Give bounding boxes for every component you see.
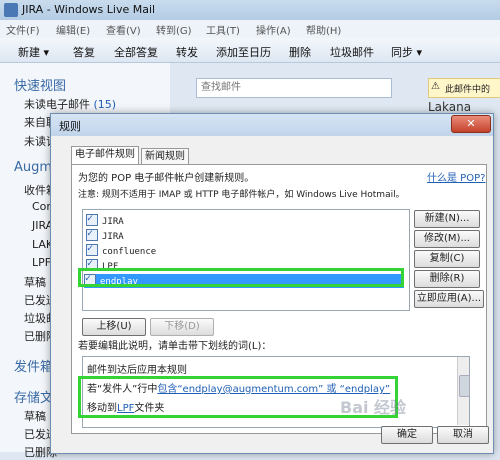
new-button[interactable]: 新建 ▾ — [18, 44, 49, 60]
rules-dialog: 规则 ✕ 电子邮件规则 新闻规则 为您的 POP 电子邮件帐户创建新规则。 什么… — [50, 113, 494, 454]
cancel-button[interactable]: 取消 — [437, 426, 489, 444]
close-button[interactable]: ✕ — [451, 115, 491, 133]
sync-button[interactable]: 同步 ▾ — [391, 44, 422, 60]
window-titlebar: JIRA - Windows Live Mail — [0, 0, 500, 20]
folder-lpf[interactable]: LPF — [32, 256, 51, 269]
warning-icon: ⚠ — [431, 81, 440, 92]
tab-email-rules[interactable]: 电子邮件规则 — [71, 146, 139, 165]
dialog-titlebar: 规则 ✕ — [51, 114, 493, 136]
rule-item[interactable]: JIRA — [86, 212, 124, 228]
reply-button[interactable]: 答复 — [73, 44, 95, 60]
nav-unread-email[interactable]: 未读电子邮件 (15) — [24, 96, 116, 112]
menu-file[interactable]: 文件(F) — [6, 22, 40, 37]
checkbox-icon[interactable] — [86, 212, 98, 226]
what-is-pop-link[interactable]: 什么是 POP? — [427, 169, 485, 184]
quick-views-heading[interactable]: 快速视图 — [14, 75, 66, 94]
menu-actions[interactable]: 操作(A) — [256, 22, 291, 37]
description-scrollbar[interactable] — [457, 357, 470, 425]
nav-unread-label: 未读电子邮件 — [24, 98, 90, 111]
junk-button[interactable]: 垃圾邮件 — [330, 44, 374, 60]
rule-item[interactable]: confluence — [86, 242, 157, 258]
folder-drafts[interactable]: 草稿 — [24, 274, 46, 290]
modify-rule-button[interactable]: 修改(M)... — [414, 230, 480, 248]
checkbox-icon[interactable] — [86, 242, 98, 256]
rules-list: JIRA JIRA confluence LPF endplay — [82, 209, 410, 311]
menu-goto[interactable]: 转到(G) — [156, 22, 192, 37]
move-up-button[interactable]: 上移(U) — [82, 318, 146, 336]
menu-tools[interactable]: 工具(T) — [206, 22, 240, 37]
search-box — [196, 78, 392, 98]
apply-now-button[interactable]: 立即应用(A)... — [414, 290, 484, 308]
search-input[interactable] — [197, 79, 385, 95]
menu-edit[interactable]: 编辑(E) — [56, 22, 90, 37]
toolbar: 新建 ▾ 答复 全部答复 转发 添加至日历 删除 垃圾邮件 同步 ▾ — [0, 38, 500, 63]
forward-button[interactable]: 转发 — [176, 44, 198, 60]
storage-drafts[interactable]: 草稿 — [24, 408, 46, 424]
window-title: JIRA - Windows Live Mail — [22, 3, 156, 16]
menu-help[interactable]: 帮助(H) — [306, 22, 341, 37]
delete-rule-button[interactable]: 删除(R) — [414, 270, 480, 288]
add-to-calendar-button[interactable]: 添加至日历 — [216, 44, 271, 60]
checkbox-icon[interactable] — [86, 227, 98, 241]
rule-label: JIRA — [102, 217, 124, 227]
warning-text: 此邮件中的 — [445, 85, 491, 95]
menu-view[interactable]: 查看(V) — [106, 22, 141, 37]
storage-heading[interactable]: 存储文 — [14, 387, 53, 406]
note-text: 注意: 规则不适用于 IMAP 或 HTTP 电子邮件帐户，如 Windows … — [78, 190, 405, 200]
baidu-watermark: Bai 经验 — [340, 398, 407, 417]
tab-news-rules[interactable]: 新闻规则 — [141, 148, 189, 165]
warning-bar: ⚠ 此邮件中的 — [428, 78, 500, 98]
rule-label: JIRA — [102, 232, 124, 242]
move-down-button[interactable]: 下移(D) — [150, 318, 214, 336]
intro-text: 为您的 POP 电子邮件帐户创建新规则。 — [78, 173, 255, 184]
email-rules-panel: 为您的 POP 电子邮件帐户创建新规则。 什么是 POP? 注意: 规则不适用于… — [71, 164, 487, 434]
scrollbar-thumb[interactable] — [459, 375, 470, 397]
unread-count: (15) — [93, 98, 117, 111]
desc-line-trigger: 邮件到达后应用本规则 — [87, 365, 187, 376]
copy-rule-button[interactable]: 复制(C) — [414, 250, 480, 268]
description-label: 若要编辑此说明，请单击带下划线的词(L)： — [78, 341, 272, 352]
selection-highlight — [78, 268, 404, 287]
outbox-heading[interactable]: 发件箱 — [14, 356, 53, 375]
menu-bar: 文件(F) 编辑(E) 查看(V) 转到(G) 工具(T) 操作(A) 帮助(H… — [0, 20, 500, 39]
rule-label: confluence — [102, 247, 157, 257]
dialog-title: 规则 — [59, 120, 81, 133]
ok-button[interactable]: 确定 — [381, 426, 433, 444]
reply-all-button[interactable]: 全部答复 — [114, 44, 158, 60]
new-rule-button[interactable]: 新建(N)... — [414, 210, 480, 228]
rule-item[interactable]: JIRA — [86, 227, 124, 243]
delete-button[interactable]: 删除 — [289, 44, 311, 60]
windows-live-mail-icon — [4, 3, 18, 17]
